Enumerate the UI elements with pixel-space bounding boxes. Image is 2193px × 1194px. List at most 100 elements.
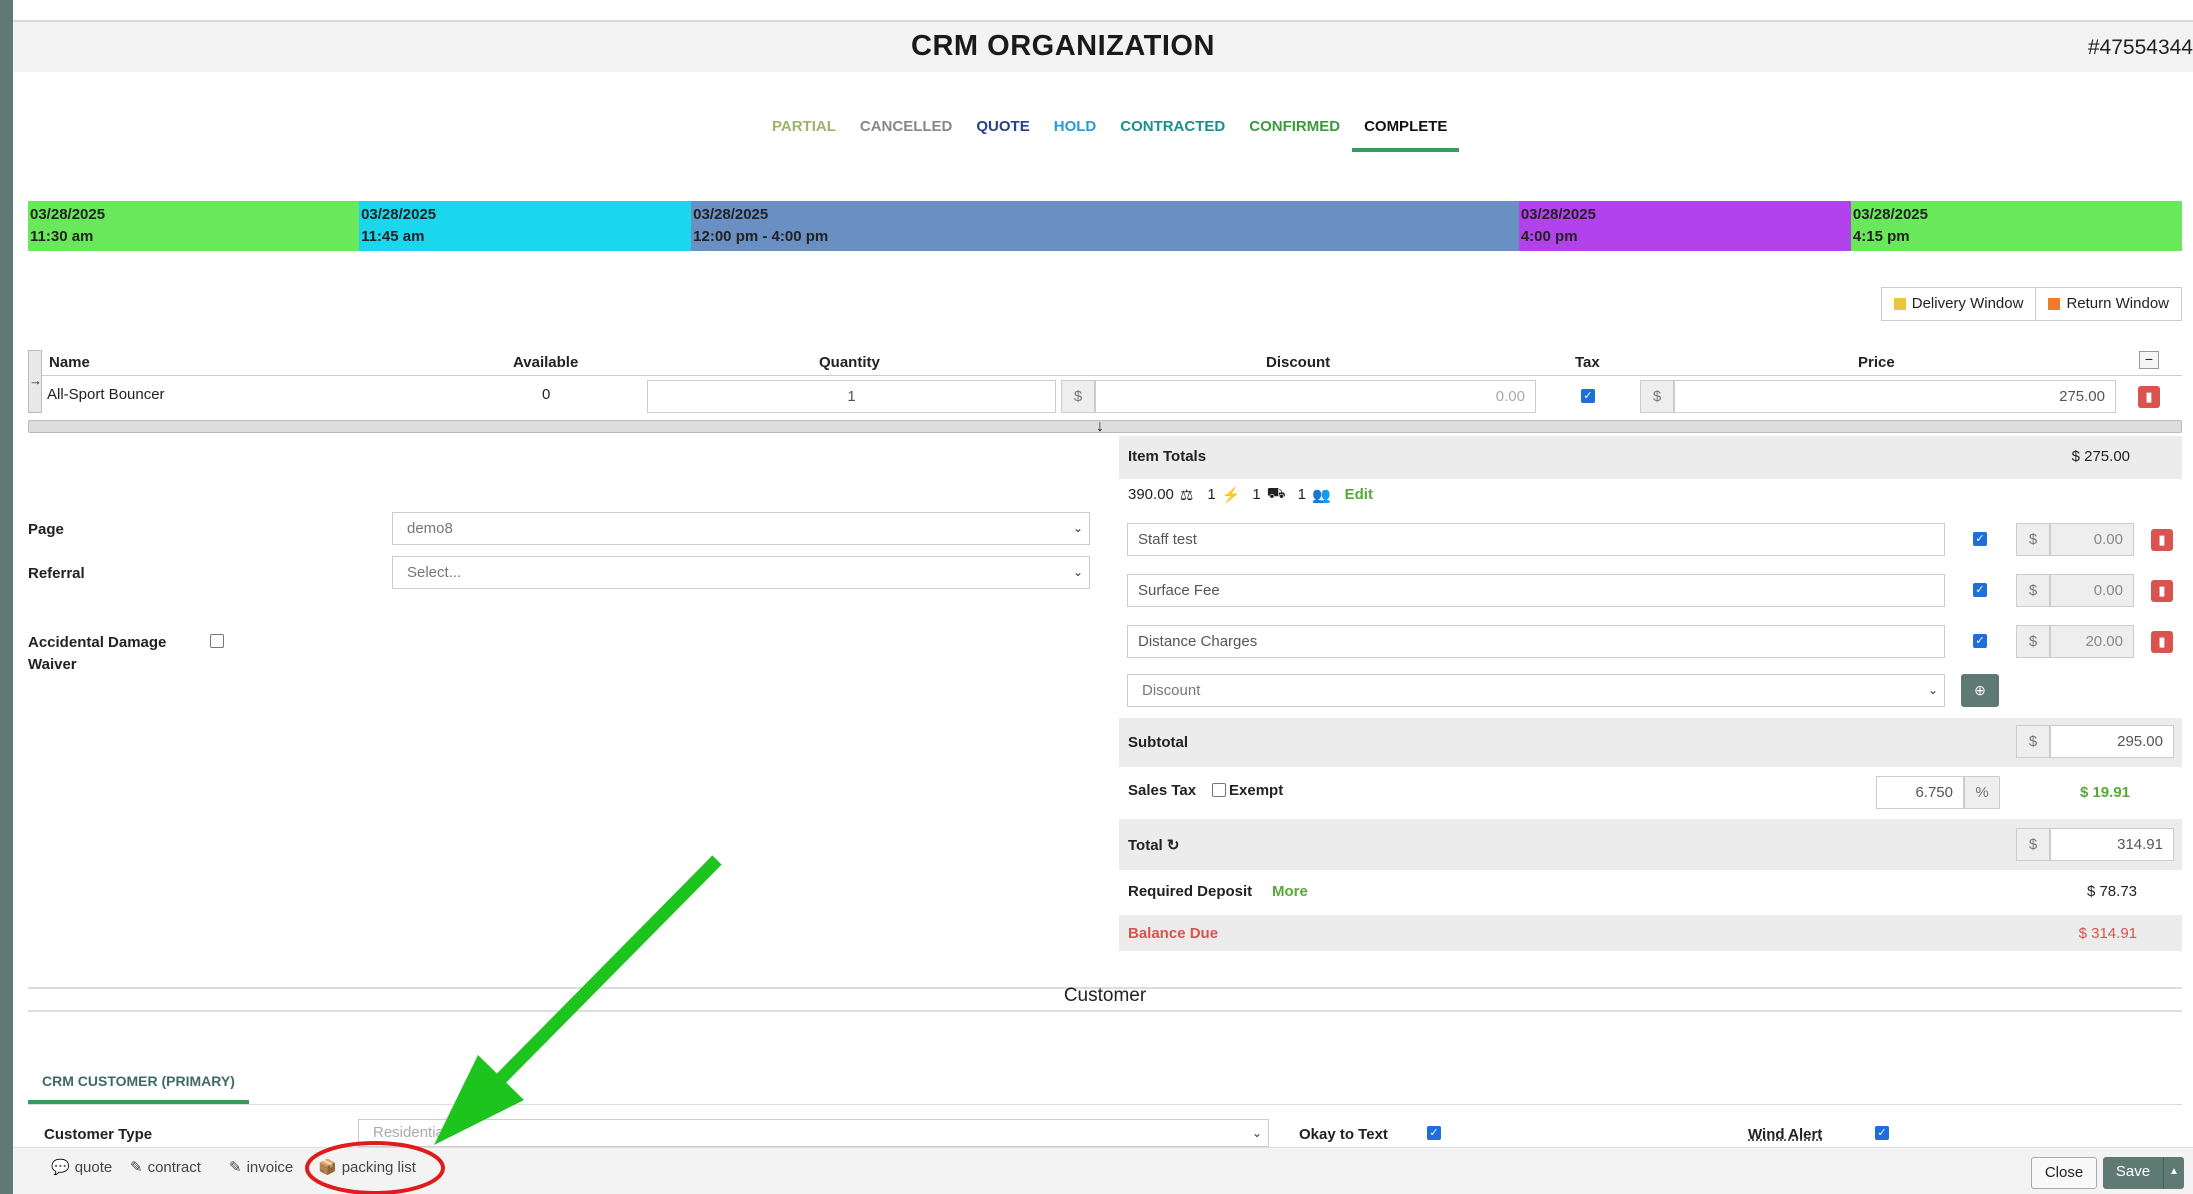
item-meta-row: 390.00 ⚖ 1 ⚡ 1 ⛟ 1 👥 Edit xyxy=(1128,485,1373,504)
return-window-button[interactable]: Return Window xyxy=(2036,287,2182,321)
page-select[interactable]: demo8 ⌄ xyxy=(392,512,1090,545)
subtotal-input[interactable]: 295.00 xyxy=(2050,725,2174,758)
status-tab-complete[interactable]: COMPLETE xyxy=(1352,116,1460,152)
fee-name-input[interactable]: Distance Charges xyxy=(1127,625,1945,658)
status-tab-hold[interactable]: HOLD xyxy=(1042,116,1109,152)
tab-crm-customer-primary[interactable]: CRM CUSTOMER (PRIMARY) xyxy=(28,1068,249,1104)
close-button[interactable]: Close xyxy=(2031,1157,2097,1189)
delete-fee-button[interactable]: ▮ xyxy=(2151,529,2173,551)
timeline-date: 03/28/2025 xyxy=(1852,206,1928,223)
discount-select[interactable]: Discount ⌄ xyxy=(1127,674,1945,707)
trash-icon: ▮ xyxy=(2145,389,2153,404)
quote-link-label: quote xyxy=(74,1158,113,1176)
save-button[interactable]: Save xyxy=(2103,1157,2163,1189)
col-header-price: Price xyxy=(1858,354,1895,371)
delete-fee-button[interactable]: ▮ xyxy=(2151,580,2173,602)
referral-select[interactable]: Select... ⌄ xyxy=(392,556,1090,589)
tax-exempt-checkbox[interactable] xyxy=(1212,783,1226,797)
subtotal-currency-addon: $ xyxy=(2016,725,2050,758)
adw-label-line2: Waiver xyxy=(28,656,77,673)
customer-tab-divider xyxy=(28,1104,2182,1105)
customer-type-value: Residential xyxy=(373,1124,448,1141)
row-expand-handle[interactable]: → xyxy=(28,350,42,413)
refresh-icon[interactable]: ↻ xyxy=(1167,837,1180,854)
customer-type-select[interactable]: Residential ⌄ xyxy=(358,1119,1269,1147)
tax-rate-input[interactable]: 6.750 xyxy=(1876,776,1964,809)
delete-item-button[interactable]: ▮ xyxy=(2138,386,2160,408)
contract-link[interactable]: ✎ contract xyxy=(130,1158,201,1177)
timeline-date: 03/28/2025 xyxy=(1520,206,1596,223)
status-tab-confirmed[interactable]: CONFIRMED xyxy=(1237,116,1352,152)
item-quantity-input[interactable]: 1 xyxy=(647,380,1056,413)
customer-type-label: Customer Type xyxy=(44,1126,153,1143)
deposit-value: $ 78.73 xyxy=(2086,883,2137,900)
delete-fee-button[interactable]: ▮ xyxy=(2151,631,2173,653)
fee-amount-input[interactable]: 20.00 xyxy=(2050,625,2134,658)
fee-name-input[interactable]: Staff test xyxy=(1127,523,1945,556)
meta-b: 1 xyxy=(1252,486,1261,503)
exempt-label: Exempt xyxy=(1229,782,1284,799)
arrow-down-icon[interactable]: ↓ xyxy=(1096,418,1104,436)
fee-tax-checkbox[interactable]: ✓ xyxy=(1973,583,1987,597)
fee-name-input[interactable]: Surface Fee xyxy=(1127,574,1945,607)
timeline-date: 03/28/2025 xyxy=(30,206,106,223)
status-tab-quote[interactable]: QUOTE xyxy=(964,116,1041,152)
fee-amount-input[interactable]: 0.00 xyxy=(2050,574,2134,607)
okay-to-text-checkbox[interactable]: ✓ xyxy=(1427,1126,1441,1140)
invoice-link-label: invoice xyxy=(246,1158,294,1176)
delivery-window-swatch-icon xyxy=(1893,298,1906,310)
quote-link[interactable]: 💬 quote xyxy=(51,1158,113,1177)
meta-a: 1 xyxy=(1207,486,1216,503)
col-header-discount: Discount xyxy=(1266,354,1331,371)
timeline-segment[interactable]: 03/28/2025 4:00 pm xyxy=(1518,201,1851,251)
adw-checkbox[interactable] xyxy=(210,634,224,648)
save-options-button[interactable]: ▲ xyxy=(2163,1157,2184,1189)
adw-label: Accidental Damage Waiver xyxy=(28,632,166,676)
top-strip xyxy=(13,0,2193,22)
discount-currency-addon: $ xyxy=(1061,380,1095,413)
deposit-more-link[interactable]: More xyxy=(1272,883,1308,900)
meta-weight: 390.00 xyxy=(1128,486,1174,503)
balance-due-label: Balance Due xyxy=(1128,925,1219,942)
add-discount-button[interactable]: ⊕ xyxy=(1961,674,1999,707)
chevron-down-icon: ⌄ xyxy=(1072,521,1083,535)
item-tax-checkbox[interactable]: ✓ xyxy=(1581,389,1595,403)
window-legend: Delivery Window Return Window xyxy=(1880,287,2182,321)
item-name: All-Sport Bouncer xyxy=(47,386,165,403)
timeline-date: 03/28/2025 xyxy=(361,206,437,223)
delivery-window-button[interactable]: Delivery Window xyxy=(1880,287,2037,321)
status-tab-cancelled[interactable]: CANCELLED xyxy=(848,116,965,152)
total-input[interactable]: 314.91 xyxy=(2050,828,2174,861)
fee-tax-checkbox[interactable]: ✓ xyxy=(1973,532,1987,546)
timeline-segment[interactable]: 03/28/2025 11:45 am xyxy=(359,201,692,251)
item-totals-value: $ 275.00 xyxy=(2071,448,2130,465)
horizontal-scrollbar[interactable] xyxy=(28,420,2182,433)
fee-amount-input[interactable]: 0.00 xyxy=(2050,523,2134,556)
timeline-time: 12:00 pm - 4:00 pm xyxy=(693,228,829,245)
item-discount-input[interactable]: 0.00 xyxy=(1095,380,1536,413)
caret-up-icon: ▲ xyxy=(2169,1166,2179,1177)
timeline-segment[interactable]: 03/28/2025 12:00 pm - 4:00 pm xyxy=(691,201,1519,251)
boxes-icon: 📦 xyxy=(318,1159,337,1176)
status-tab-contracted[interactable]: CONTRACTED xyxy=(1108,116,1237,152)
edit-link[interactable]: Edit xyxy=(1345,486,1373,503)
timeline-segment[interactable]: 03/28/2025 11:30 am xyxy=(28,201,360,251)
schedule-timeline: 03/28/2025 11:30 am 03/28/2025 11:45 am 03/2… xyxy=(28,201,2182,251)
fee-tax-checkbox[interactable]: ✓ xyxy=(1973,634,1987,648)
referral-select-value: Select... xyxy=(407,564,462,581)
packing-list-link[interactable]: 📦 packing list xyxy=(318,1158,416,1177)
item-available: 0 xyxy=(542,386,551,403)
status-tab-partial[interactable]: PARTIAL xyxy=(760,116,848,152)
contract-link-label: contract xyxy=(147,1158,201,1176)
left-sidebar-strip xyxy=(0,0,13,1194)
discount-select-value: Discount xyxy=(1142,682,1201,699)
fee-currency-addon: $ xyxy=(2016,523,2050,556)
balance-band xyxy=(1119,915,2182,951)
tax-percent-addon: % xyxy=(1964,776,2000,809)
collapse-items-button[interactable]: − xyxy=(2139,351,2159,369)
invoice-link[interactable]: ✎ invoice xyxy=(229,1158,294,1177)
wind-alert-checkbox[interactable]: ✓ xyxy=(1875,1126,1889,1140)
page-label: Page xyxy=(28,521,64,538)
timeline-segment[interactable]: 03/28/2025 4:15 pm xyxy=(1850,201,2182,251)
item-price-input[interactable]: 275.00 xyxy=(1674,380,2116,413)
